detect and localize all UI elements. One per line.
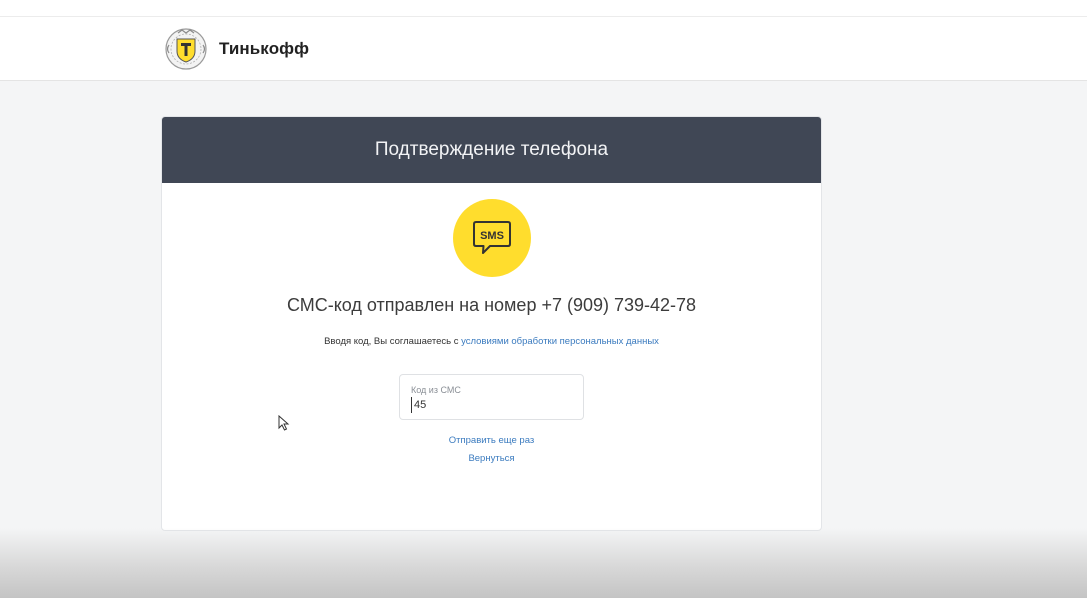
- consent-text: Вводя код, Вы соглашаетесь с: [324, 336, 462, 347]
- brand-name: Тинькофф: [219, 39, 310, 58]
- browser-top-strip: [0, 0, 1087, 16]
- phone-confirmation-card: Подтверждение телефона SMS СМС-код отпра…: [161, 116, 822, 531]
- bottom-shadow-overlay: [0, 528, 1087, 598]
- personal-data-terms-link[interactable]: условиями обработки персональных данных: [461, 336, 659, 347]
- site-header: Тинькофф: [0, 16, 1087, 81]
- sms-icon-text: SMS: [480, 230, 504, 242]
- sms-code-input[interactable]: [411, 397, 574, 413]
- sms-badge: SMS: [453, 199, 531, 277]
- mouse-cursor-icon: [278, 415, 290, 431]
- sms-code-field[interactable]: Код из СМС: [399, 374, 584, 420]
- resend-code-link[interactable]: Отправить еще раз: [162, 435, 821, 446]
- sms-bubble-icon: SMS: [473, 221, 511, 254]
- consent-notice: Вводя код, Вы соглашаетесь с условиями о…: [162, 336, 821, 347]
- sms-sent-message: СМС-код отправлен на номер +7 (909) 739-…: [286, 295, 697, 315]
- brand-logo[interactable]: Тинькофф: [163, 27, 309, 71]
- card-title: Подтверждение телефона: [374, 139, 609, 160]
- sms-code-label: Код из СМС: [411, 385, 461, 395]
- back-link[interactable]: Вернуться: [162, 453, 821, 464]
- card-header: Подтверждение телефона: [162, 117, 821, 183]
- tinkoff-emblem-icon: [165, 28, 207, 70]
